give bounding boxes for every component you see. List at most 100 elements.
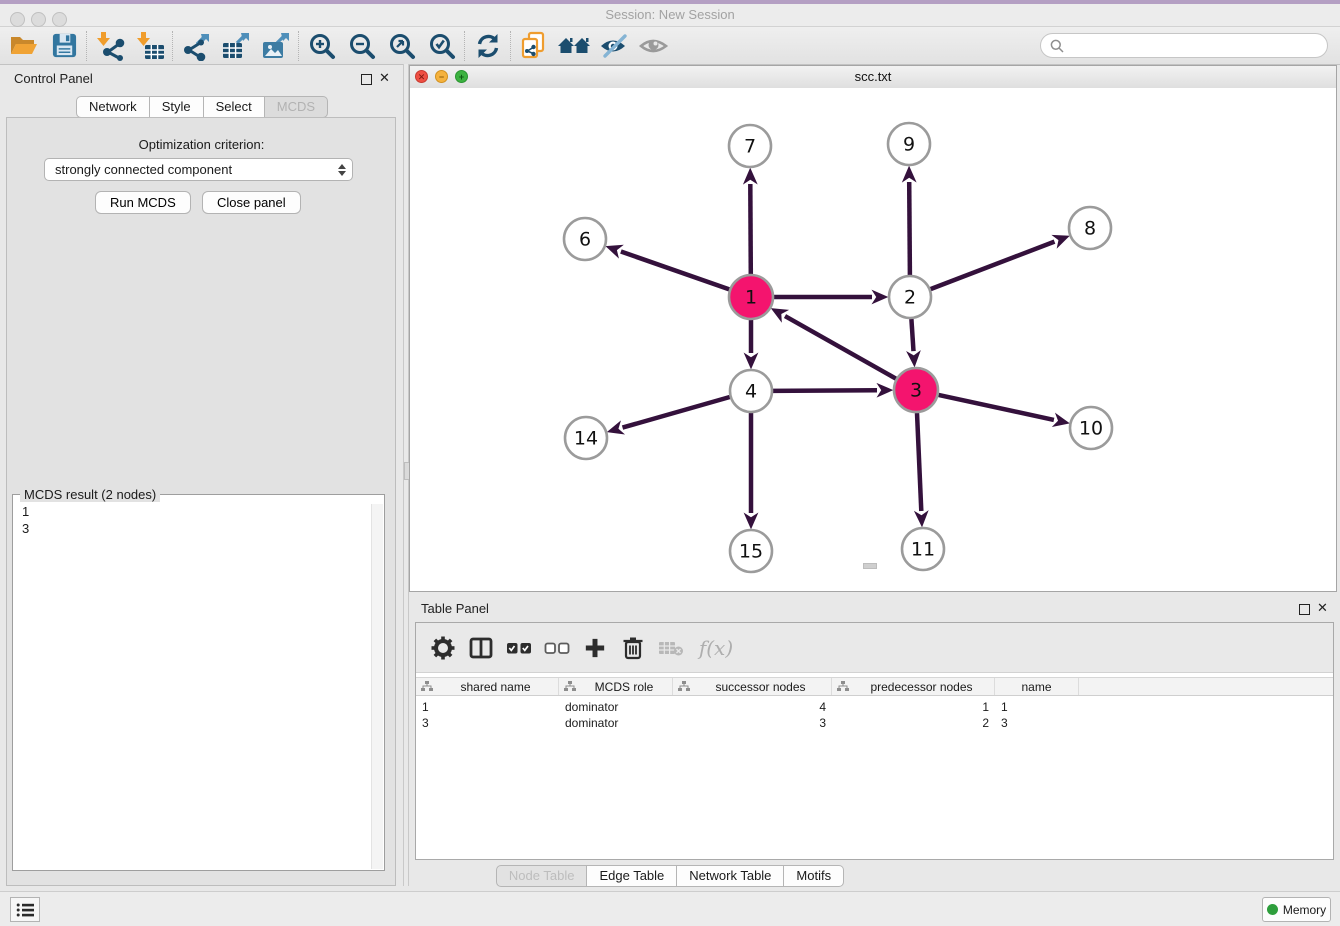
edge-3-1[interactable]: [785, 316, 896, 379]
tab-network[interactable]: Network: [76, 96, 150, 118]
column-header-shared-name[interactable]: shared name: [416, 678, 559, 695]
search-field[interactable]: [1040, 33, 1328, 58]
tab-mcds[interactable]: MCDS: [265, 96, 328, 118]
float-table-panel-icon[interactable]: [1299, 603, 1310, 618]
export-network-button[interactable]: [176, 29, 216, 63]
network-canvas[interactable]: 7968124314101511: [410, 88, 1336, 591]
edge-1-6[interactable]: [621, 252, 729, 290]
hide-details-button[interactable]: [594, 29, 634, 63]
edge-3-11[interactable]: [917, 413, 921, 511]
node-label-8: 8: [1084, 218, 1096, 240]
task-history-button[interactable]: [10, 897, 40, 922]
tab-select[interactable]: Select: [204, 96, 265, 118]
edge-4-14[interactable]: [623, 397, 730, 428]
delete-table-button: [652, 628, 690, 668]
close-panel-icon[interactable]: ✕: [379, 70, 390, 86]
refresh-view-button[interactable]: [468, 29, 508, 63]
edge-1-7[interactable]: [750, 184, 751, 274]
tab-motifs[interactable]: Motifs: [784, 865, 844, 887]
edge-2-9[interactable]: [909, 182, 910, 275]
clone-network-button[interactable]: [514, 29, 554, 63]
zoom-in-button[interactable]: [302, 29, 342, 63]
show-details-button[interactable]: [634, 29, 674, 63]
mcds-result-box: MCDS result (2 nodes) 1 3: [12, 494, 385, 871]
node-label-7: 7: [744, 136, 756, 158]
import-table-button[interactable]: [130, 29, 170, 63]
open-session-button[interactable]: [4, 29, 44, 63]
edge-4-3[interactable]: [773, 390, 877, 391]
cell-shared-name[interactable]: 1: [416, 699, 559, 715]
edge-2-8[interactable]: [931, 242, 1055, 290]
zoom-out-button[interactable]: [342, 29, 382, 63]
import-network-button[interactable]: [90, 29, 130, 63]
minimize-network-icon[interactable]: −: [435, 70, 448, 83]
memory-button[interactable]: Memory: [1262, 897, 1331, 922]
close-panel-button[interactable]: Close panel: [202, 191, 301, 214]
close-window-button[interactable]: [10, 12, 25, 27]
tab-style[interactable]: Style: [150, 96, 204, 118]
reset-layout-button[interactable]: [554, 29, 594, 63]
deselect-all-button[interactable]: [538, 628, 576, 668]
equation-builder-button: f(x): [690, 628, 742, 668]
split-columns-icon: [469, 637, 493, 659]
network-window-title: scc.txt: [410, 66, 1336, 88]
import-table-icon: [135, 31, 165, 61]
node-label-15: 15: [739, 541, 763, 563]
canvas-resize-grip[interactable]: [863, 563, 877, 569]
minimize-window-button[interactable]: [31, 12, 46, 27]
plus-icon: [584, 637, 606, 659]
table-row[interactable]: 1 dominator 4 1 1: [416, 699, 1333, 715]
edge-3-10[interactable]: [939, 395, 1054, 420]
close-table-panel-icon[interactable]: ✕: [1317, 600, 1328, 616]
node-label-3: 3: [910, 380, 922, 402]
zoom-fit-icon: [388, 32, 416, 60]
select-stepper-icon: [338, 164, 346, 176]
column-header-predecessor-nodes[interactable]: predecessor nodes: [832, 678, 995, 695]
column-header-successor-nodes[interactable]: successor nodes: [673, 678, 832, 695]
float-panel-icon[interactable]: [361, 73, 372, 88]
zoom-selected-button[interactable]: [422, 29, 462, 63]
export-table-button[interactable]: [216, 29, 256, 63]
edge-2-3[interactable]: [911, 319, 913, 351]
run-mcds-button[interactable]: Run MCDS: [95, 191, 191, 214]
zoom-fit-button[interactable]: [382, 29, 422, 63]
eye-icon: [639, 32, 669, 60]
close-network-icon[interactable]: ✕: [415, 70, 428, 83]
cell-predecessor-nodes[interactable]: 2: [832, 715, 995, 731]
network-graph[interactable]: 7968124314101511: [410, 88, 1336, 591]
optimization-criterion-select[interactable]: strongly connected component: [44, 158, 353, 181]
cell-name[interactable]: 1: [995, 699, 1079, 715]
search-input[interactable]: [1069, 38, 1327, 54]
maximize-network-icon[interactable]: +: [455, 70, 468, 83]
cell-mcds-role[interactable]: dominator: [559, 715, 673, 731]
node-label-1: 1: [745, 287, 757, 309]
selected-option: strongly connected component: [55, 162, 232, 177]
main-toolbar: [0, 27, 1340, 65]
table-row[interactable]: 3 dominator 3 2 3: [416, 715, 1333, 731]
tab-node-table[interactable]: Node Table: [496, 865, 588, 887]
cell-mcds-role[interactable]: dominator: [559, 699, 673, 715]
select-all-button[interactable]: [500, 628, 538, 668]
cell-successor-nodes[interactable]: 3: [673, 715, 832, 731]
save-session-button[interactable]: [44, 29, 84, 63]
tab-edge-table[interactable]: Edge Table: [587, 865, 677, 887]
node-label-10: 10: [1079, 418, 1103, 440]
column-header-name[interactable]: name: [995, 678, 1079, 695]
result-scrollbar[interactable]: [371, 504, 383, 869]
export-image-button[interactable]: [256, 29, 296, 63]
cell-successor-nodes[interactable]: 4: [673, 699, 832, 715]
network-window-titlebar[interactable]: ✕ − + scc.txt: [410, 66, 1336, 89]
delete-column-button[interactable]: [614, 628, 652, 668]
app-title: Session: New Session: [0, 4, 1340, 26]
control-panel-tabs: Network Style Select MCDS: [76, 96, 328, 118]
cell-name[interactable]: 3: [995, 715, 1079, 731]
cell-shared-name[interactable]: 3: [416, 715, 559, 731]
tab-network-table[interactable]: Network Table: [677, 865, 784, 887]
zoom-window-button[interactable]: [52, 12, 67, 27]
column-settings-button[interactable]: [424, 628, 462, 668]
add-column-button[interactable]: [576, 628, 614, 668]
split-panel-button[interactable]: [462, 628, 500, 668]
column-header-mcds-role[interactable]: MCDS role: [559, 678, 673, 695]
cell-predecessor-nodes[interactable]: 1: [832, 699, 995, 715]
import-network-icon: [95, 31, 125, 61]
